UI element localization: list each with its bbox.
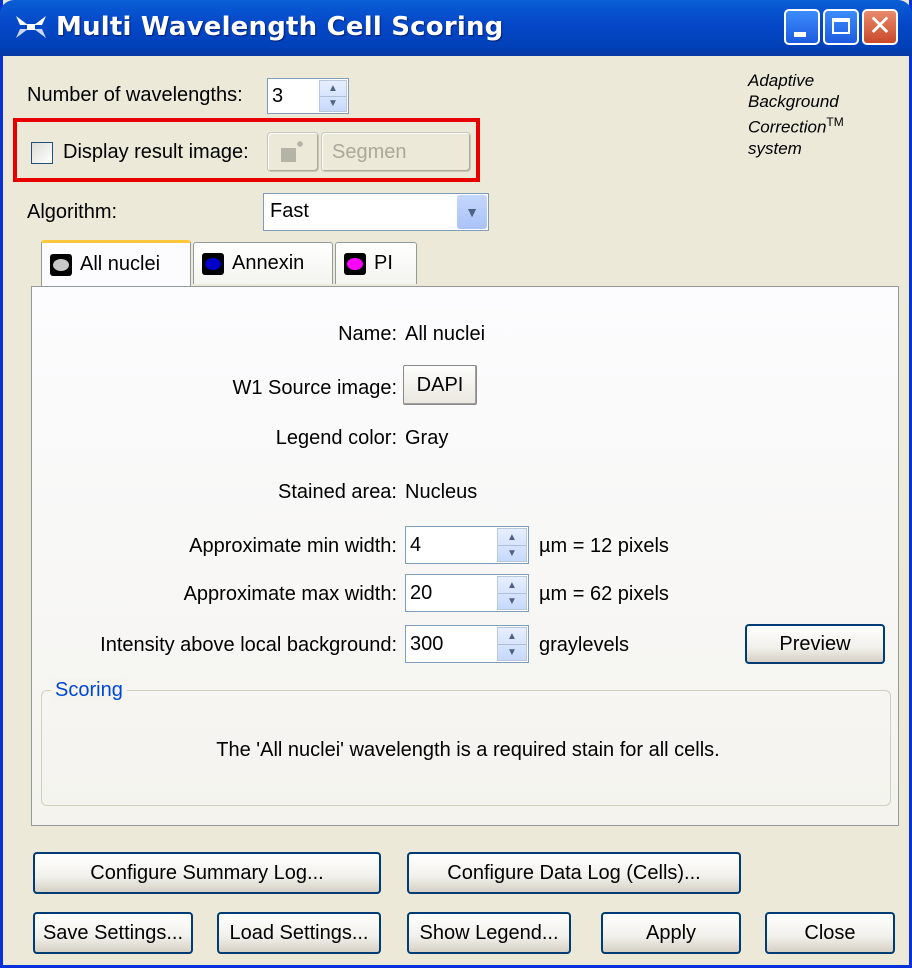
close-icon: ✕ [868,9,892,42]
brand-line-1: Adaptive [748,71,815,90]
minimize-button[interactable] [784,9,820,45]
stained-area-label: Stained area: [278,481,397,503]
gray-legend-icon [50,253,72,276]
maximize-icon [832,18,850,34]
algorithm-value: Fast [270,200,309,222]
spin-up-icon[interactable]: ▲ [498,529,526,546]
apply-button[interactable]: Apply [601,912,741,954]
save-settings-button[interactable]: Save Settings... [33,912,193,954]
tab-label: Annexin [232,252,305,274]
min-width-unit: µm = 12 pixels [539,535,669,557]
configure-summary-log-button[interactable]: Configure Summary Log... [33,852,381,894]
spin-down-icon[interactable]: ▼ [498,644,526,660]
legend-color-label: Legend color: [275,427,397,449]
intensity-label: Intensity above local background: [100,634,397,656]
preview-button[interactable]: Preview [745,624,885,664]
close-button[interactable]: Close [765,912,895,954]
display-result-checkbox[interactable] [31,142,53,164]
segment-burst-icon [281,141,303,162]
spin-down-icon[interactable]: ▼ [498,593,526,609]
wavelengths-spinner[interactable]: ▲ ▼ [319,80,347,112]
window-title: Multi Wavelength Cell Scoring [56,12,504,42]
intensity-unit: graylevels [539,634,630,656]
algorithm-label: Algorithm: [27,201,118,223]
title-bar[interactable]: Multi Wavelength Cell Scoring ✕ [0,0,912,56]
scoring-title: Scoring [51,679,127,702]
brand-correction: Correction [748,117,827,137]
app-icon [16,16,46,38]
configure-data-log-button[interactable]: Configure Data Log (Cells)... [407,852,741,894]
spin-down-icon[interactable]: ▼ [320,96,346,111]
source-image-label: W1 Source image: [232,377,397,399]
tab-annexin[interactable]: Annexin [193,242,333,284]
tab-label: PI [374,252,393,274]
spin-up-icon[interactable]: ▲ [498,628,526,645]
legend-color-value: Gray [405,427,449,449]
max-width-unit: µm = 62 pixels [539,583,669,605]
magenta-legend-icon [344,252,366,275]
brand-line-2: Background [748,92,839,111]
maximize-button[interactable] [823,9,859,45]
algorithm-select[interactable]: Fast ▼ [263,193,489,231]
max-width-label: Approximate max width: [183,583,397,605]
segment-button[interactable]: Segmen [321,132,471,172]
trademark-mark: TM [826,115,844,129]
spin-up-icon[interactable]: ▲ [320,81,346,97]
chevron-down-icon[interactable]: ▼ [457,195,487,229]
tab-pi[interactable]: PI [335,242,417,284]
source-image-button[interactable]: DAPI [403,365,477,405]
name-label: Name: [338,323,397,345]
load-settings-button[interactable]: Load Settings... [217,912,381,954]
minimize-icon [794,32,806,37]
min-width-spinner[interactable]: ▲ ▼ [497,528,527,562]
max-width-spinner[interactable]: ▲ ▼ [497,576,527,610]
abc-system-brand: Adaptive Background CorrectionTM system [748,70,844,159]
spin-up-icon[interactable]: ▲ [498,577,526,594]
stained-area-value: Nucleus [405,481,478,503]
min-width-label: Approximate min width: [189,535,397,557]
tab-label: All nuclei [80,253,161,275]
spin-down-icon[interactable]: ▼ [498,545,526,561]
close-window-button[interactable]: ✕ [862,9,898,45]
display-result-label: Display result image: [63,141,249,163]
name-value: All nuclei [405,323,486,345]
brand-line-4: system [748,138,802,158]
dialog-window: Multi Wavelength Cell Scoring ✕ Number o… [0,0,912,968]
show-legend-button[interactable]: Show Legend... [407,912,571,954]
scoring-message: The 'All nuclei' wavelength is a require… [216,739,720,761]
blue-legend-icon [202,252,224,275]
wavelengths-label: Number of wavelengths: [27,84,243,106]
brand-line-3: CorrectionTM [748,112,844,138]
segment-icon-button[interactable] [267,132,319,172]
intensity-spinner[interactable]: ▲ ▼ [497,627,527,661]
tab-all-nuclei[interactable]: All nuclei [41,240,191,286]
